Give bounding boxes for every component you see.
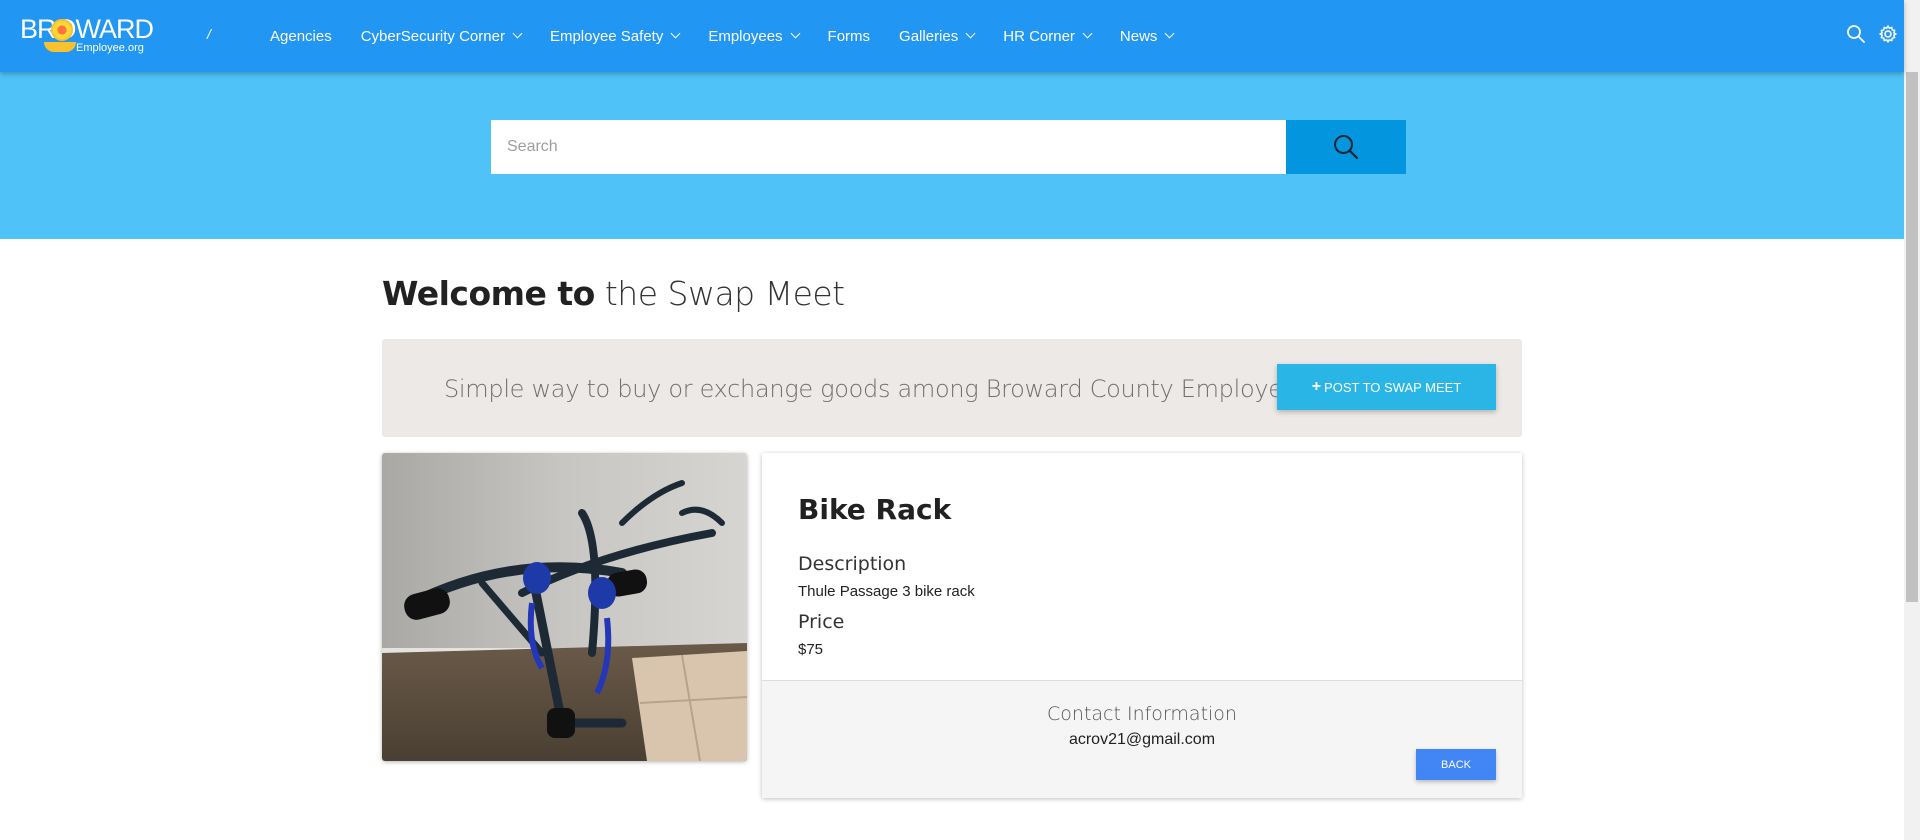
search-hero — [0, 72, 1904, 239]
top-navbar: BROWARD Employee.org / Agencies CyberSec… — [0, 0, 1904, 72]
back-button[interactable]: BACK — [1416, 749, 1496, 780]
nav-item-hr-corner[interactable]: HR Corner — [1003, 27, 1093, 45]
search-input[interactable] — [491, 120, 1286, 174]
nav-item-label: Forms — [827, 27, 871, 45]
search-icon[interactable] — [1846, 24, 1866, 44]
page-title: Welcome to the Swap Meet — [382, 274, 845, 313]
wave-icon — [44, 42, 76, 52]
plus-icon: + — [1311, 378, 1322, 395]
listing-title: Bike Rack — [798, 493, 952, 526]
nav-item-label: Employees — [708, 27, 783, 45]
nav-item-label: News — [1119, 27, 1158, 45]
description-label: Description — [798, 553, 907, 575]
broward-employee-logo[interactable]: BROWARD Employee.org — [20, 12, 154, 56]
post-button-label: POST TO SWAP MEET — [1324, 379, 1462, 395]
logo-subtext: Employee.org — [76, 42, 144, 54]
nav-item-label: Galleries — [899, 27, 959, 45]
gear-icon[interactable] — [1878, 24, 1898, 44]
nav-item-news[interactable]: News — [1119, 27, 1175, 45]
post-to-swap-meet-button[interactable]: + POST TO SWAP MEET — [1277, 364, 1496, 410]
nav-item-agencies[interactable]: Agencies — [270, 28, 332, 45]
nav-item-employees[interactable]: Employees — [708, 27, 800, 45]
logo-wordmark: BROWARD — [20, 14, 154, 44]
description-value: Thule Passage 3 bike rack — [798, 583, 975, 600]
main-nav: Agencies CyberSecurity Corner Employee S… — [270, 0, 1202, 72]
banner-tagline: Simple way to buy or exchange goods amon… — [444, 375, 1310, 403]
price-value: $75 — [798, 641, 824, 658]
nav-item-forms[interactable]: Forms — [828, 28, 871, 45]
nav-item-cybersecurity-corner[interactable]: CyberSecurity Corner — [360, 27, 523, 45]
page-scrollbar-thumb[interactable] — [1906, 72, 1918, 602]
chevron-down-icon — [512, 28, 523, 39]
chevron-down-icon — [965, 28, 976, 39]
chevron-down-icon — [670, 28, 681, 39]
search-icon — [1334, 135, 1359, 160]
price-label: Price — [798, 611, 845, 633]
chevron-down-icon — [1164, 28, 1175, 39]
breadcrumb-separator: / — [207, 26, 211, 42]
contact-label: Contact Information — [1047, 703, 1237, 725]
chevron-down-icon — [790, 28, 800, 39]
chevron-down-icon — [1082, 28, 1093, 39]
nav-item-label: CyberSecurity Corner — [360, 27, 505, 45]
page-title-light: the Swap Meet — [604, 274, 845, 313]
listing-card: Bike Rack Description Thule Passage 3 bi… — [762, 453, 1522, 798]
search-button[interactable] — [1286, 120, 1406, 174]
contact-section: Contact Information acrov21@gmail.com BA… — [762, 680, 1522, 798]
nav-item-label: Agencies — [270, 27, 332, 45]
bike-rack-photo — [382, 453, 747, 761]
nav-item-galleries[interactable]: Galleries — [899, 27, 976, 45]
sun-icon — [51, 19, 73, 41]
nav-item-employee-safety[interactable]: Employee Safety — [549, 27, 681, 45]
nav-item-label: Employee Safety — [549, 27, 664, 45]
contact-email[interactable]: acrov21@gmail.com — [762, 731, 1522, 749]
page-title-bold: Welcome to — [382, 274, 595, 313]
swap-meet-banner: Simple way to buy or exchange goods amon… — [382, 339, 1522, 437]
nav-item-label: HR Corner — [1003, 27, 1075, 45]
